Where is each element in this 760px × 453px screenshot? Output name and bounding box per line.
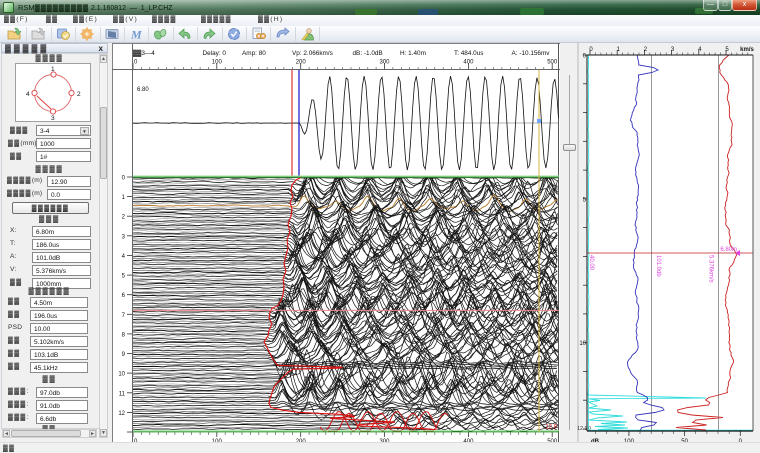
svg-text:4: 4	[122, 254, 126, 260]
svg-text:H: 1.40m: H: 1.40m	[400, 50, 426, 57]
svg-text:2: 2	[77, 91, 81, 98]
svg-text:A: -10.156mv: A: -10.156mv	[512, 50, 551, 57]
svg-text:Amp: 80: Amp: 80	[242, 50, 266, 57]
svg-text:300: 300	[379, 60, 390, 66]
svg-text:40.00: 40.00	[588, 255, 594, 271]
svg-text:101.0db: 101.0db	[655, 255, 661, 277]
svg-text:km/s: km/s	[740, 47, 754, 53]
svg-text:dB: -1.0dB: dB: -1.0dB	[353, 50, 383, 57]
svg-text:3: 3	[51, 115, 55, 122]
svg-text:12: 12	[118, 411, 125, 417]
svg-text:0: 0	[122, 176, 126, 182]
svg-text:2: 2	[122, 215, 126, 221]
svg-text:5: 5	[122, 274, 126, 280]
svg-text:3: 3	[122, 234, 126, 240]
svg-text:10: 10	[118, 372, 125, 378]
svg-text:4: 4	[26, 91, 30, 98]
svg-text:8: 8	[122, 332, 126, 338]
svg-text:0: 0	[134, 60, 138, 66]
svg-text:200: 200	[296, 60, 307, 66]
svg-text:1: 1	[51, 66, 55, 73]
svg-text:400: 400	[463, 60, 474, 66]
svg-text:T: 484.0us: T: 484.0us	[454, 50, 484, 57]
svg-text:Vp: 2.066km/s: Vp: 2.066km/s	[292, 50, 333, 57]
svg-text:6.80: 6.80	[137, 87, 149, 93]
svg-text:9: 9	[122, 352, 126, 358]
svg-text:10: 10	[579, 341, 586, 347]
svg-text:1: 1	[122, 195, 126, 201]
svg-text:Delay: 0: Delay: 0	[203, 50, 227, 57]
svg-text:7: 7	[122, 313, 126, 319]
svg-text:6: 6	[122, 293, 126, 299]
svg-text:6.80m: 6.80m	[720, 247, 737, 253]
svg-text:12.9: 12.9	[545, 425, 557, 431]
svg-text:5.376km/s: 5.376km/s	[708, 255, 714, 283]
svg-text:100: 100	[212, 60, 223, 66]
svg-text:▓▓3—4: ▓▓3—4	[132, 49, 155, 57]
svg-text:500: 500	[547, 60, 558, 66]
svg-text:11: 11	[119, 391, 126, 397]
